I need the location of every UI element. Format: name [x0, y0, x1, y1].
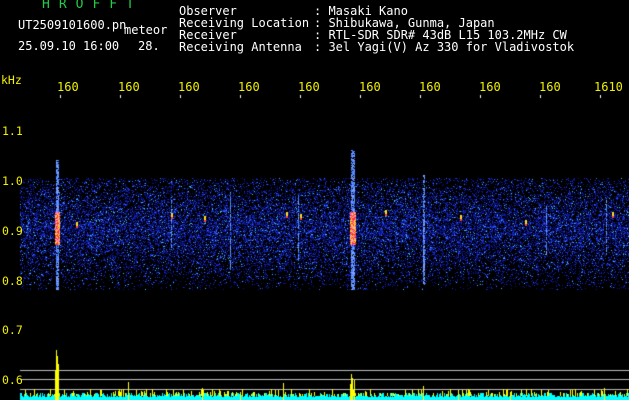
- x-tick-label: 160: [178, 80, 200, 94]
- y-tick-label: 0.7: [2, 323, 23, 337]
- y-tick-label: 0.6: [2, 373, 23, 387]
- date-time: 25.09.10 16:00: [18, 39, 120, 53]
- antenna-value: : 3el Yagi(V) Az 330 for Vladivostok: [314, 40, 575, 54]
- x-tick-label: 160: [238, 80, 260, 94]
- x-tick-label: 160: [479, 80, 501, 94]
- y-tick-label: 1.1: [2, 124, 23, 138]
- spectrogram-waterfall: [0, 0, 629, 400]
- y-tick-label: 0.8: [2, 274, 23, 288]
- file-name: UT2509101600.pn: [18, 18, 127, 32]
- y-tick-label: 0.9: [2, 224, 23, 238]
- x-tick-label: 160: [419, 80, 441, 94]
- x-tick-label: 160: [57, 80, 79, 94]
- mode-label: meteor: [124, 23, 168, 37]
- antenna-label: Receiving Antenna: [179, 40, 302, 54]
- app-logo: HROFFT: [42, 0, 143, 12]
- x-tick-label: 160: [298, 80, 320, 94]
- y-axis-unit: kHz: [1, 73, 22, 87]
- x-tick-label: 160: [359, 80, 381, 94]
- y-tick-label: 1.0: [2, 174, 23, 188]
- x-tick-label: 160: [118, 80, 140, 94]
- x-tick-label: 1610: [594, 80, 623, 94]
- count-value: 28.: [138, 39, 160, 53]
- x-tick-label: 160: [539, 80, 561, 94]
